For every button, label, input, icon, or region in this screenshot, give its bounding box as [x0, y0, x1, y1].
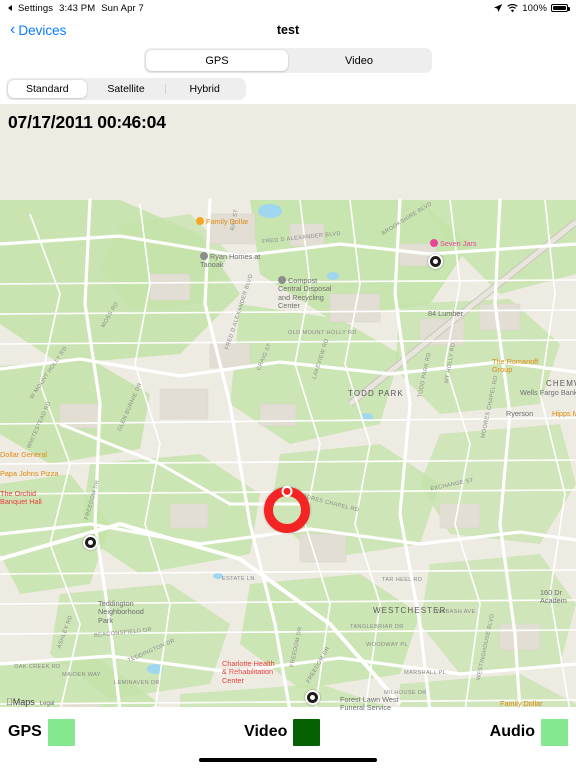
poi-pin-icon: [430, 239, 438, 247]
map-street-label: TANGLEBRIAR DR: [350, 624, 404, 630]
map-street-label: OLD MOUNT HOLLY RD: [288, 330, 357, 336]
back-triangle-icon: [8, 5, 12, 11]
map-street-label: WOODWAY PL: [366, 642, 408, 648]
battery-icon: [551, 4, 570, 12]
traffic-camera-icon[interactable]: [428, 254, 443, 269]
map-place-label: WESTCHESTER: [373, 606, 447, 615]
gps-status-label: GPS: [8, 723, 42, 740]
wifi-icon: [507, 3, 518, 12]
app-window: Settings 3:43 PM Sun Apr 7 100% ‹ Device…: [0, 0, 576, 768]
map-poi-label[interactable]: Dollar General: [0, 450, 47, 459]
back-button-label: Devices: [18, 22, 67, 38]
status-bar: Settings 3:43 PM Sun Apr 7 100%: [0, 0, 576, 16]
status-date: Sun Apr 7: [101, 2, 144, 14]
map-street-label: OAK CREEK RD: [14, 664, 61, 670]
audio-status-label: Audio: [489, 723, 535, 740]
gps-timestamp: 07/17/2011 00:46:04: [8, 112, 166, 132]
tab-video[interactable]: Video: [288, 50, 430, 71]
traffic-camera-icon[interactable]: [83, 535, 98, 550]
video-status-indicator: Video: [244, 718, 321, 746]
map-street-label: MARSHALL PL: [404, 670, 447, 676]
status-back-app[interactable]: Settings: [18, 3, 53, 14]
page-title: test: [276, 23, 300, 37]
map-street-label: MAIDEN WAY: [62, 672, 101, 678]
map-poi-label[interactable]: 84 Lumber: [428, 309, 463, 318]
map-poi-label[interactable]: Ryan Homes at Tanoak: [200, 252, 262, 270]
map-poi-label[interactable]: Wells Fargo Bank: [520, 388, 576, 397]
map-poi-label[interactable]: Hipps M: [552, 409, 576, 418]
back-button[interactable]: ‹ Devices: [10, 22, 66, 38]
mode-segmented-wrap: GPS Video: [0, 44, 576, 76]
tab-gps[interactable]: GPS: [146, 50, 288, 71]
gps-status-indicator: GPS: [8, 718, 75, 746]
map-street-label: LEMINAVEN DR: [114, 680, 160, 686]
map-poi-label[interactable]: Charlotte Health & Rehabilitation Center: [222, 659, 278, 685]
status-time: 3:43 PM: [59, 2, 96, 14]
map-poi-label[interactable]: The Romanoff Group: [492, 357, 548, 375]
map-street-label: TAR HEEL RD: [382, 577, 423, 583]
chevron-left-icon: ‹: [10, 21, 16, 38]
tab-hybrid[interactable]: Hybrid: [165, 80, 244, 98]
poi-pin-icon: [200, 252, 208, 260]
bottom-status-bar: GPS Video Audio: [0, 707, 576, 768]
map-place-label: TODD PARK: [348, 389, 404, 398]
tab-satellite[interactable]: Satellite: [87, 80, 166, 98]
video-status-label: Video: [244, 723, 288, 740]
map-place-label: CHEMWA: [546, 379, 576, 388]
gps-location-marker[interactable]: [264, 485, 310, 533]
audio-status-swatch: [541, 718, 568, 746]
home-indicator[interactable]: [199, 758, 377, 762]
nav-bar: ‹ Devices test: [0, 16, 576, 44]
map-type-segmented-control[interactable]: Standard Satellite Hybrid: [6, 78, 246, 100]
map-type-wrap: Standard Satellite Hybrid: [0, 76, 576, 104]
map-poi-label[interactable]: The Orchid Banquet Hall: [0, 489, 60, 507]
map-street-label: ESTATE LN: [222, 576, 255, 582]
map-poi-label[interactable]: Seven Jars: [430, 239, 477, 248]
map-view[interactable]: 07/17/2011 00:46:04 TODD PARK WESTCHESTE…: [0, 104, 576, 711]
poi-pin-icon: [196, 217, 204, 225]
gps-status-swatch: [47, 718, 75, 746]
location-arrow-icon: [494, 4, 503, 12]
map-poi-label[interactable]: 160 Dr Academ: [540, 588, 576, 606]
map-poi-label[interactable]: Family Dollar: [196, 217, 249, 226]
audio-status-indicator: Audio: [489, 718, 568, 746]
map-poi-label[interactable]: Teddington Neighborhood Park: [98, 599, 152, 625]
marker-dot-icon: [281, 485, 293, 497]
map-poi-label[interactable]: Compost Central Disposal and Recycling C…: [278, 276, 340, 310]
poi-pin-icon: [278, 276, 286, 284]
battery-percent: 100%: [522, 2, 547, 14]
video-status-swatch: [293, 718, 321, 746]
mode-segmented-control[interactable]: GPS Video: [144, 48, 432, 73]
tab-standard[interactable]: Standard: [8, 80, 87, 98]
map-poi-label[interactable]: Papa Johns Pizza: [0, 469, 58, 478]
legal-link[interactable]: Legal: [40, 701, 55, 707]
traffic-camera-icon[interactable]: [305, 690, 320, 705]
apple-maps-label: Maps: [6, 697, 35, 707]
map-attribution: Maps Legal: [6, 697, 54, 707]
map-poi-label[interactable]: Family Dollar: [500, 699, 543, 708]
map-poi-label[interactable]: Forest Lawn West Funeral Service and For…: [340, 695, 400, 711]
map-poi-label[interactable]: Ryerson: [506, 409, 533, 418]
